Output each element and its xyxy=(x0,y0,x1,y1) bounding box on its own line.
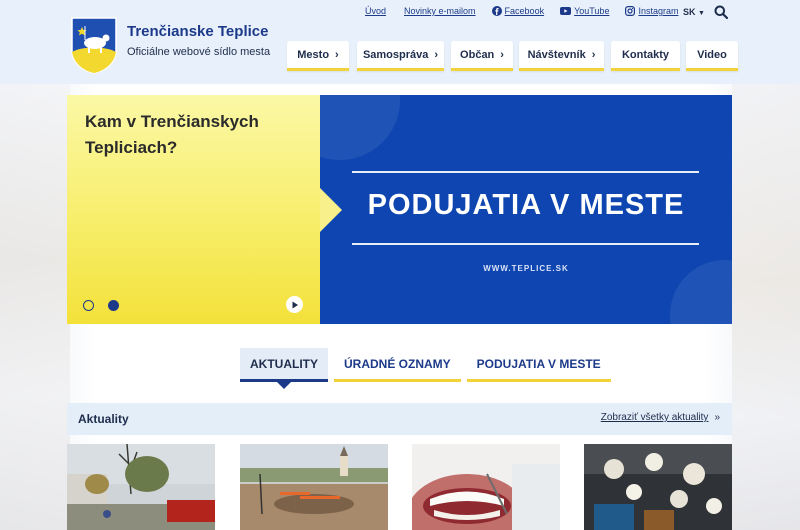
banner-decor-circle xyxy=(320,95,400,160)
hero-banner-image[interactable]: PODUJATIA V MESTE WWW.TEPLICE.SK xyxy=(320,95,732,324)
banner-line-bottom xyxy=(352,243,699,245)
section-title: Aktuality xyxy=(78,412,129,426)
news-photo xyxy=(584,444,732,530)
hero-slider: Kam v Trenčianskych Tepliciach? PODUJATI… xyxy=(67,95,732,324)
news-photo xyxy=(67,444,215,530)
news-section-header: Aktuality Zobraziť všetky aktuality » xyxy=(67,403,732,435)
top-link-home[interactable]: Úvod xyxy=(365,6,386,16)
hero-caption-panel: Kam v Trenčianskych Tepliciach? xyxy=(67,95,320,324)
language-selector[interactable]: SK ▼ xyxy=(683,7,705,17)
news-card-3-image[interactable] xyxy=(412,444,560,530)
banner-line-top xyxy=(352,171,699,173)
chevron-right-icon: › xyxy=(335,48,339,61)
nav-item-mesto[interactable]: Mesto › xyxy=(287,41,349,71)
site-header: Trenčianske Teplice Oficiálne webové síd… xyxy=(0,0,800,84)
nav-item-samosprava[interactable]: Samospráva › xyxy=(357,41,444,71)
banner-url: WWW.TEPLICE.SK xyxy=(483,264,569,273)
news-card-2-image[interactable] xyxy=(240,444,388,530)
chevron-right-icon: › xyxy=(591,48,596,61)
search-icon[interactable] xyxy=(714,5,728,19)
caret-down-icon: ▼ xyxy=(698,10,705,17)
instagram-icon xyxy=(625,6,636,16)
news-card-1-image[interactable] xyxy=(67,444,215,530)
background-left xyxy=(0,80,70,530)
top-links: Úvod Novinky e-mailom Facebook YouTube I… xyxy=(365,6,678,16)
nav-item-video[interactable]: Video xyxy=(686,41,738,71)
nav-item-navstevnik[interactable]: Návštevník › xyxy=(519,41,604,71)
hero-heading[interactable]: Kam v Trenčianskych Tepliciach? xyxy=(85,109,285,161)
tab-podujatia[interactable]: PODUJATIA V MESTE xyxy=(466,348,611,382)
nav-item-kontakty[interactable]: Kontakty xyxy=(611,41,680,71)
top-link-youtube[interactable]: YouTube xyxy=(560,6,609,16)
coat-of-arms-logo[interactable] xyxy=(70,16,118,74)
nav-item-obcan[interactable]: Občan › xyxy=(451,41,513,71)
chevron-right-icon: › xyxy=(434,48,439,61)
top-link-facebook[interactable]: Facebook xyxy=(491,6,544,16)
news-card-4-image[interactable] xyxy=(584,444,732,530)
main-nav: Mesto › Samospráva › Občan › Návštevník › Ko… xyxy=(287,41,738,71)
news-photo xyxy=(240,444,388,530)
top-link-instagram[interactable]: Instagram xyxy=(625,6,678,16)
site-subtitle: Oficiálne webové sídlo mesta xyxy=(127,46,271,58)
news-tabs: AKTUALITY ÚRADNÉ OZNAMY PODUJATIA V MEST… xyxy=(240,348,611,389)
facebook-icon xyxy=(491,6,502,16)
top-link-newsletter[interactable]: Novinky e-mailom xyxy=(404,6,476,16)
hero-pointer xyxy=(320,188,342,232)
double-chevron-right-icon: » xyxy=(714,412,720,423)
play-icon xyxy=(292,301,298,308)
tab-aktuality[interactable]: AKTUALITY xyxy=(240,348,328,389)
news-photo xyxy=(412,444,560,530)
play-button[interactable] xyxy=(286,296,303,313)
chevron-right-icon: › xyxy=(500,48,504,61)
slider-dot-2-active[interactable] xyxy=(108,300,119,311)
show-all-news-link[interactable]: Zobraziť všetky aktuality » xyxy=(601,412,720,423)
tab-uradne-oznamy[interactable]: ÚRADNÉ OZNAMY xyxy=(334,348,461,382)
background-right xyxy=(732,80,800,530)
banner-title: PODUJATIA V MESTE xyxy=(367,189,685,221)
youtube-icon xyxy=(560,7,572,15)
site-title[interactable]: Trenčianske Teplice xyxy=(127,23,268,40)
slider-dot-1[interactable] xyxy=(83,300,94,311)
